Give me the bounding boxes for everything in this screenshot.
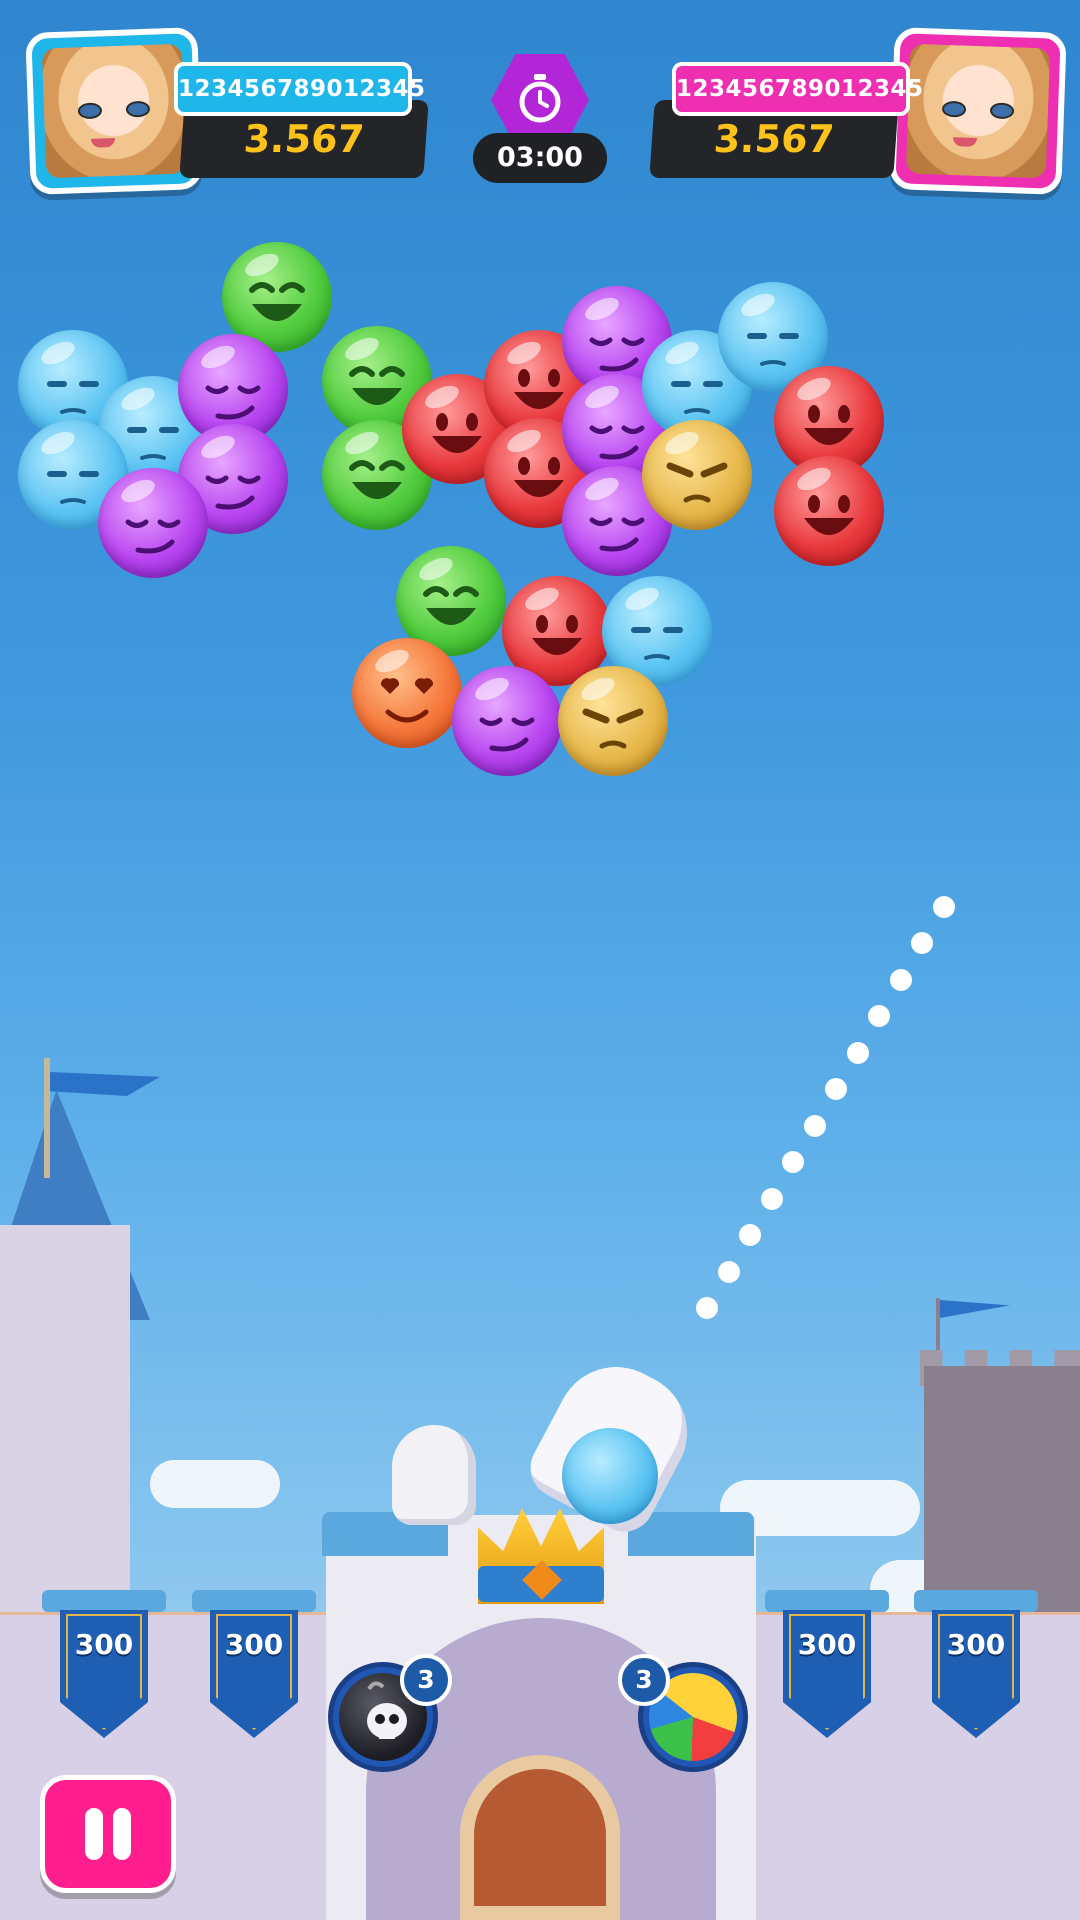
aim-dot	[889, 968, 912, 991]
right-flag-pole	[936, 1298, 940, 1358]
bubble-face-icon	[582, 708, 644, 749]
aim-dot	[803, 1114, 826, 1137]
score-banner: 300	[42, 1590, 166, 1740]
score-banner: 300	[765, 1590, 889, 1740]
bubble-face-icon	[666, 462, 728, 503]
banner-value: 300	[797, 1628, 857, 1661]
purple-bubble	[452, 666, 562, 776]
ball-count-badge: 3	[618, 1654, 670, 1706]
score-banner: 300	[914, 1590, 1038, 1740]
aim-dot	[760, 1187, 783, 1210]
bubble-face-icon	[804, 495, 854, 535]
left-tower	[0, 1225, 130, 1620]
ghost-mascot	[392, 1425, 476, 1525]
aim-dot	[717, 1260, 740, 1283]
left-flag	[50, 1072, 160, 1096]
cloud	[150, 1460, 280, 1508]
aim-dot	[911, 932, 933, 954]
bubble-face-icon	[479, 717, 535, 752]
game-stage[interactable]: 3.567 123456789012345 3.567 123456789012…	[0, 0, 1080, 1920]
banner-rod	[192, 1590, 316, 1612]
right-player-avatar	[889, 27, 1067, 195]
score-banner: 300	[192, 1590, 316, 1740]
bubble-face-icon	[125, 519, 181, 554]
banner-value: 300	[224, 1628, 284, 1661]
aim-dot	[782, 1151, 804, 1173]
pause-icon	[85, 1808, 103, 1860]
banner-value: 300	[946, 1628, 1006, 1661]
right-player-id: 123456789012345	[672, 62, 923, 116]
banner-rod	[42, 1590, 166, 1612]
left-player-id: 123456789012345	[174, 62, 425, 116]
right-tower	[924, 1366, 1080, 1620]
banner-value: 300	[74, 1628, 134, 1661]
pause-button[interactable]	[40, 1775, 176, 1893]
bubble-face-icon	[380, 678, 434, 723]
avatar-portrait	[905, 43, 1051, 179]
aim-dot	[825, 1078, 847, 1100]
aim-dot	[868, 1005, 890, 1027]
castle-door	[460, 1755, 620, 1920]
yellow-bubble	[558, 666, 668, 776]
left-tower-spire	[44, 1058, 50, 1178]
avatar-portrait	[41, 43, 187, 179]
orange-bubble	[352, 638, 462, 748]
yellow-bubble	[642, 420, 752, 530]
banner-rod	[914, 1590, 1038, 1612]
aim-dot	[739, 1224, 761, 1246]
banner-rod	[765, 1590, 889, 1612]
aim-dot	[932, 895, 955, 918]
bomb-count-badge: 3	[400, 1654, 452, 1706]
pause-icon	[113, 1808, 131, 1860]
right-flag	[940, 1300, 1010, 1318]
aim-dot	[846, 1041, 869, 1064]
match-timer: 03:00	[473, 133, 607, 183]
loaded-bubble	[562, 1428, 658, 1524]
purple-bubble	[98, 468, 208, 578]
red-bubble	[774, 456, 884, 566]
aim-dot	[696, 1297, 718, 1319]
